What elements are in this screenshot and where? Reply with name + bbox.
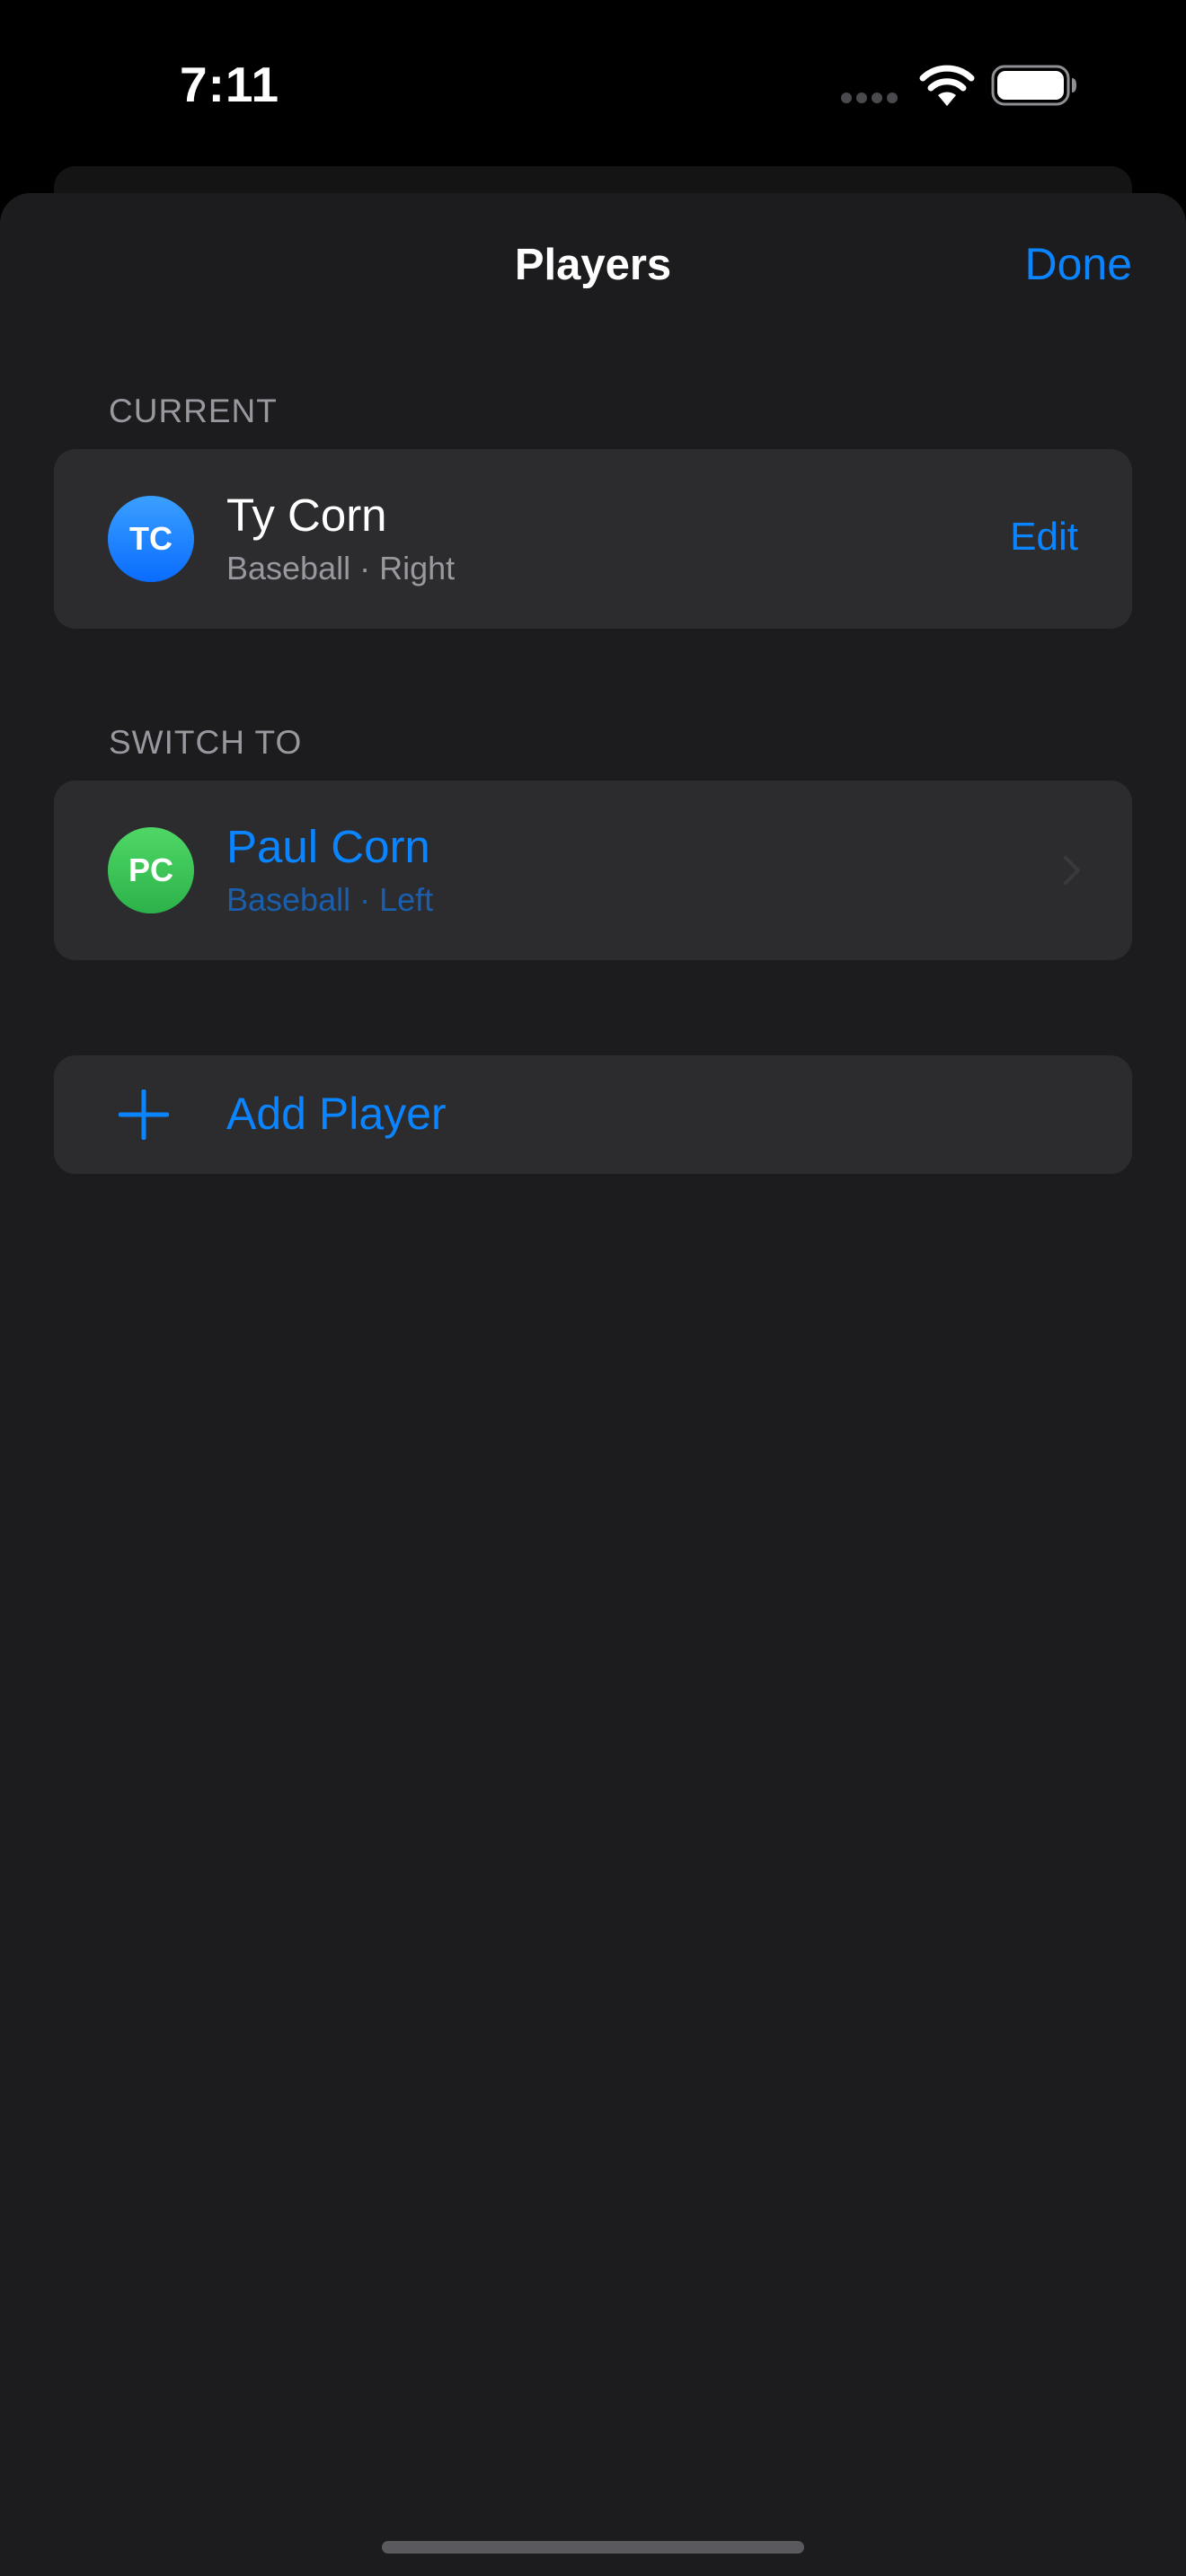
- player-subtitle: Baseball · Left: [226, 881, 434, 918]
- player-name: Paul Corn: [226, 821, 430, 872]
- current-player-row: TC Ty Corn Baseball · Right Edit: [54, 449, 1132, 629]
- cellular-signal-icon: [841, 93, 898, 103]
- status-time: 7:11: [180, 57, 280, 112]
- players-sheet: Players Done CURRENT TC Ty Corn Baseball…: [0, 193, 1186, 2576]
- page-title: Players: [514, 241, 672, 289]
- switch-player-row[interactable]: PC Paul Corn Baseball · Left: [54, 781, 1132, 960]
- avatar: TC: [108, 496, 194, 582]
- home-indicator: [382, 2541, 804, 2554]
- add-player-label: Add Player: [226, 1089, 447, 1139]
- section-header-switch-to: SWITCH TO: [109, 724, 303, 761]
- player-name: Ty Corn: [226, 490, 387, 541]
- plus-icon: [119, 1090, 169, 1140]
- done-button[interactable]: Done: [1024, 238, 1132, 290]
- edit-button[interactable]: Edit: [1010, 515, 1078, 560]
- wifi-icon: [919, 65, 975, 106]
- add-player-button[interactable]: Add Player: [54, 1055, 1132, 1174]
- chevron-right-icon: [1064, 856, 1080, 885]
- battery-icon: [991, 65, 1076, 106]
- avatar: PC: [108, 827, 194, 913]
- player-subtitle: Baseball · Right: [226, 550, 456, 587]
- status-bar: 7:11: [0, 0, 1186, 171]
- section-header-current: CURRENT: [109, 393, 278, 429]
